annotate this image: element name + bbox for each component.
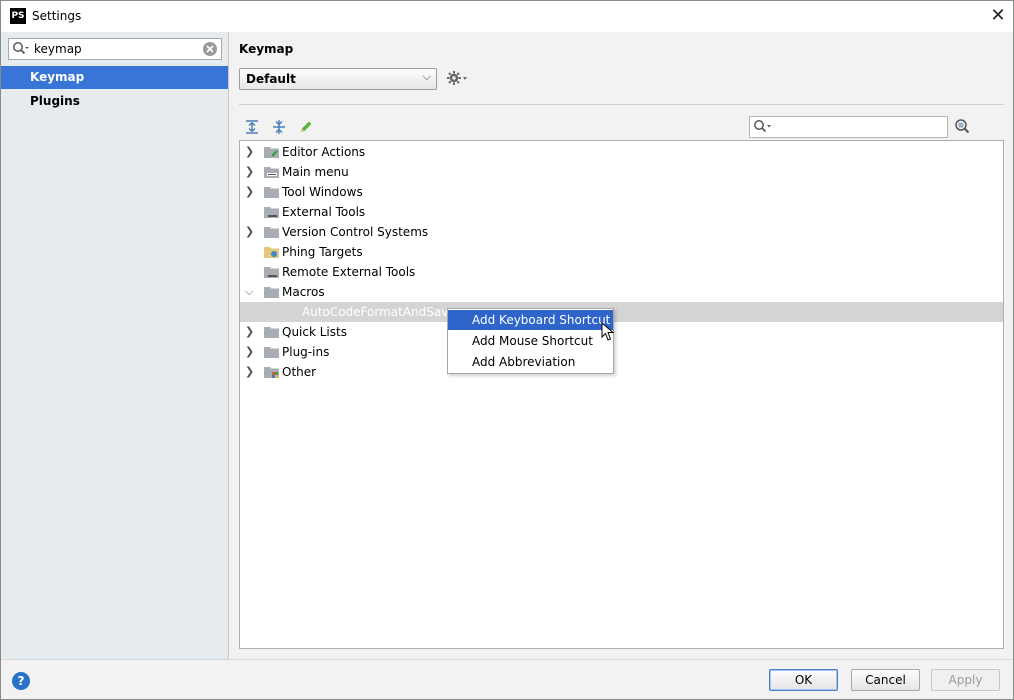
folder-icon	[264, 327, 279, 338]
dialog-footer: ? OK Cancel Apply	[1, 659, 1013, 699]
chevron-down-icon: ⌵	[422, 70, 431, 83]
sidebar-item-plugins[interactable]: Plugins	[1, 90, 228, 113]
close-icon[interactable]: ✕	[985, 3, 1011, 29]
folder-icon	[264, 347, 279, 358]
chevron-right-icon[interactable]: ❯	[245, 182, 255, 202]
window-title: Settings	[32, 9, 82, 23]
expand-all-icon[interactable]	[244, 119, 260, 135]
menu-item-add-abbreviation[interactable]: Add Abbreviation	[448, 352, 613, 372]
tree-item-external-tools[interactable]: External Tools	[240, 202, 1003, 222]
folder-icon	[264, 187, 279, 198]
chevron-right-icon[interactable]: ❯	[245, 342, 255, 362]
ok-button[interactable]: OK	[769, 669, 838, 691]
tree-item-phing-targets[interactable]: Phing Targets	[240, 242, 1003, 262]
edit-pencil-icon[interactable]	[298, 119, 314, 135]
chevron-right-icon[interactable]: ❯	[245, 362, 255, 382]
tree-item-editor-actions[interactable]: ❯ Editor Actions	[240, 142, 1003, 162]
tree-item-autocodeformatandsave[interactable]: AutoCodeFormatAndSave	[240, 302, 1003, 322]
menu-item-add-keyboard-shortcut[interactable]: Add Keyboard Shortcut	[448, 310, 613, 330]
settings-sidebar: keymap Keymap Plugins	[1, 32, 229, 659]
title-bar: PS Settings ✕	[1, 1, 1013, 32]
tree-item-remote-external-tools[interactable]: Remote External Tools	[240, 262, 1003, 282]
chevron-right-icon[interactable]: ❯	[245, 322, 255, 342]
folder-icon	[264, 227, 279, 238]
tree-item-main-menu[interactable]: ❯ Main menu	[240, 162, 1003, 182]
folder-tools-icon	[264, 207, 279, 218]
page-title: Keymap	[239, 42, 294, 56]
chevron-right-icon[interactable]: ❯	[245, 222, 255, 242]
help-icon[interactable]: ?	[12, 672, 30, 690]
tree-item-version-control[interactable]: ❯ Version Control Systems	[240, 222, 1003, 242]
phing-icon	[264, 247, 279, 258]
folder-icon	[264, 287, 279, 298]
folder-other-icon	[264, 367, 279, 378]
phpstorm-logo-icon: PS	[10, 8, 26, 24]
cancel-button[interactable]: Cancel	[851, 669, 920, 691]
keymap-panel: Keymap Default ⌵ ❯ Editor Actions ❯ Main…	[229, 32, 1013, 659]
chevron-down-icon[interactable]: ⌵	[245, 282, 255, 302]
find-by-shortcut-icon[interactable]	[953, 118, 971, 136]
chevron-right-icon[interactable]: ❯	[245, 142, 255, 162]
tree-item-other[interactable]: ❯ Other	[240, 362, 1003, 382]
tree-item-macros[interactable]: ⌵ Macros	[240, 282, 1003, 302]
keymap-scheme-select[interactable]: Default ⌵	[239, 68, 437, 90]
tree-item-plug-ins[interactable]: ❯ Plug-ins	[240, 342, 1003, 362]
chevron-right-icon[interactable]: ❯	[245, 162, 255, 182]
action-filter-input[interactable]	[749, 116, 948, 138]
tree-item-quick-lists[interactable]: ❯ Quick Lists	[240, 322, 1003, 342]
folder-action-icon	[264, 147, 279, 158]
collapse-all-icon[interactable]	[271, 119, 287, 135]
folder-tools-icon	[264, 267, 279, 278]
gear-icon[interactable]	[446, 70, 470, 86]
sidebar-item-keymap[interactable]: Keymap	[1, 66, 228, 89]
context-menu: Add Keyboard Shortcut Add Mouse Shortcut…	[447, 308, 614, 374]
apply-button[interactable]: Apply	[931, 669, 1000, 691]
folder-menu-icon	[264, 167, 279, 178]
settings-dialog: PS Settings ✕ keymap Keymap Plugins Keym…	[0, 0, 1014, 700]
search-icon	[754, 120, 771, 133]
divider	[239, 104, 1004, 105]
keymap-tree: ❯ Editor Actions ❯ Main menu ❯ Tool Wind…	[239, 140, 1004, 649]
clear-search-icon[interactable]	[202, 41, 218, 57]
search-value: keymap	[34, 42, 82, 56]
mouse-cursor-icon	[601, 322, 615, 341]
tree-item-tool-windows[interactable]: ❯ Tool Windows	[240, 182, 1003, 202]
search-icon	[13, 42, 29, 55]
menu-item-add-mouse-shortcut[interactable]: Add Mouse Shortcut	[448, 331, 613, 351]
settings-search-input[interactable]: keymap	[8, 38, 222, 60]
